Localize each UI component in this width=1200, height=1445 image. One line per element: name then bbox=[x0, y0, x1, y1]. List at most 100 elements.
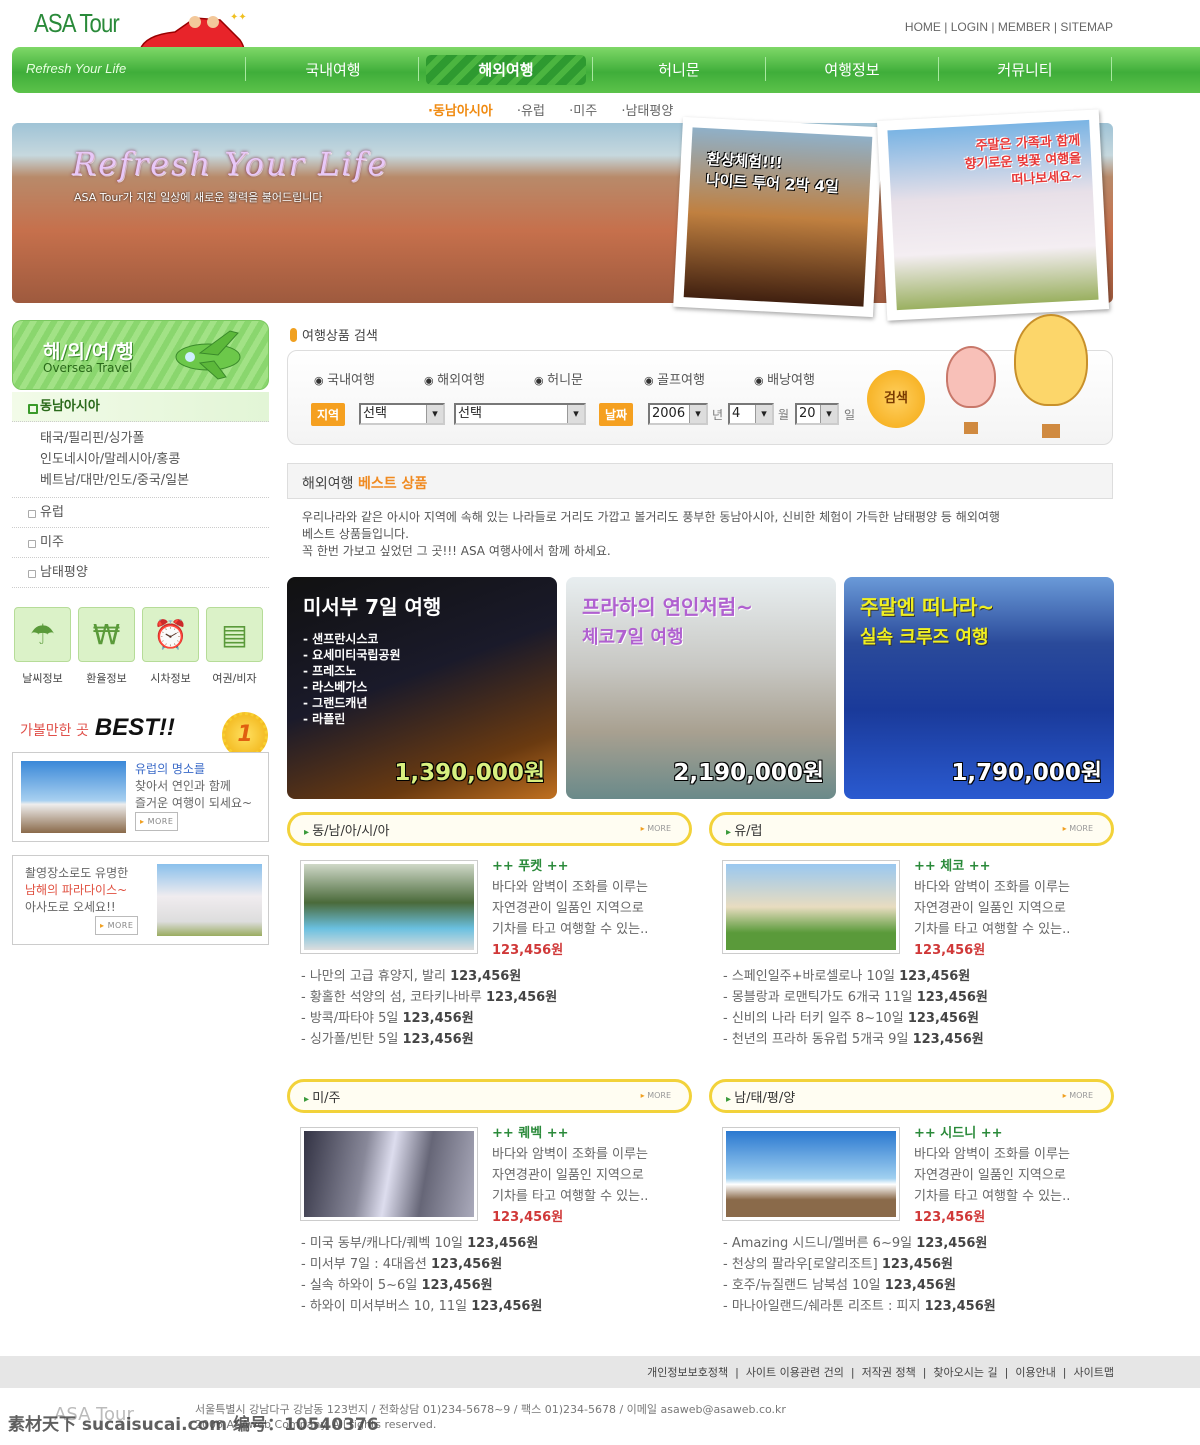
subnav-south-pacific[interactable]: ·남태평양 bbox=[621, 104, 683, 119]
nav-item-honeymoon[interactable]: 허니문 bbox=[599, 59, 759, 80]
watermark: 素材天下 sucaisucai.com 编号：10540376 bbox=[8, 1415, 379, 1435]
sidebar-subitem[interactable]: 인도네시아/말레시아/홍콩 bbox=[40, 449, 269, 470]
subnav-europe[interactable]: ·유럽 bbox=[517, 104, 555, 119]
region-header[interactable]: 동/남/아/시/아MORE bbox=[287, 812, 692, 846]
tour-list-item[interactable]: - Amazing 시드니/멜버른 6~9일 123,456원 bbox=[723, 1233, 1123, 1254]
more-link[interactable]: MORE bbox=[1063, 824, 1093, 833]
product-card-prague[interactable]: 프라하의 연인처럼~ 체코7일 여행 2,190,000원 bbox=[566, 577, 836, 799]
tour-list-item[interactable]: - 하와이 미서부버스 10, 11일 123,456원 bbox=[301, 1296, 701, 1317]
passport-visa-button[interactable]: ▤ 여권/비자 bbox=[206, 607, 263, 686]
night-tour-photo[interactable]: 환상체험!!! 나이트 투어 2박 4일 bbox=[673, 116, 883, 318]
tour-list-item[interactable]: - 황홀한 석양의 섬, 코타키나바루 123,456원 bbox=[301, 987, 701, 1008]
featured-spot[interactable]: ++ 체코 ++ 바다와 암벽이 조화를 이루는 자연경관이 일품인 지역으로 기차를… bbox=[914, 856, 1114, 961]
tour-list-item[interactable]: - 천상의 팔라우[로얄리조트] 123,456원 bbox=[723, 1254, 1123, 1275]
tour-list-item[interactable]: - 마나아일랜드/쉐라톤 리조트 : 피지 123,456원 bbox=[723, 1296, 1123, 1317]
sidebar-item-america[interactable]: 미주 bbox=[12, 528, 269, 558]
sidebar-subitem[interactable]: 태국/필리핀/싱가폴 bbox=[40, 428, 269, 449]
product-card-cruise[interactable]: 주말엔 떠나라~ 실속 크루즈 여행 1,790,000원 bbox=[844, 577, 1114, 799]
weather-info-button[interactable]: ☂ 날씨정보 bbox=[14, 607, 71, 686]
tour-list-item[interactable]: - 방콕/파타야 5일 123,456원 bbox=[301, 1008, 701, 1029]
region-image[interactable] bbox=[722, 860, 900, 954]
more-link[interactable]: MORE bbox=[641, 1091, 671, 1100]
region-header[interactable]: 남/태/평/양MORE bbox=[709, 1079, 1114, 1113]
featured-spot[interactable]: ++ 퀘벡 ++ 바다와 암벽이 조화를 이루는 자연경관이 일품인 지역으로 기차를… bbox=[492, 1123, 692, 1228]
nav-item-community[interactable]: 커뮤니티 bbox=[945, 59, 1105, 80]
more-link[interactable]: MORE bbox=[641, 824, 671, 833]
radio-golf[interactable]: 골프여행 bbox=[644, 369, 705, 388]
region-image[interactable] bbox=[722, 1127, 900, 1221]
time-difference-button[interactable]: ⏰ 시차정보 bbox=[142, 607, 199, 686]
footer-link[interactable]: 이용안내 bbox=[1015, 1366, 1055, 1379]
year-unit: 년 bbox=[712, 408, 724, 422]
day-select[interactable]: 20 bbox=[795, 403, 839, 425]
sidebar-item-southeast-asia[interactable]: 동남아시아 bbox=[12, 392, 269, 422]
region-image[interactable] bbox=[300, 1127, 478, 1221]
spot-desc: 자연경관이 일품인 지역으로 bbox=[914, 901, 1066, 916]
nav-item-overseas[interactable]: 해외여행 bbox=[426, 55, 586, 85]
tour-list-item[interactable]: - 스페인일주+바로셀로나 10일 123,456원 bbox=[723, 966, 1123, 987]
card-price: 1,390,000원 bbox=[394, 760, 545, 786]
tour-list-item[interactable]: - 신비의 나라 터키 일주 8~10일 123,456원 bbox=[723, 1008, 1123, 1029]
more-link[interactable]: MORE bbox=[1063, 1091, 1093, 1100]
subnav-america[interactable]: ·미주 bbox=[569, 104, 607, 119]
footer-link[interactable]: 개인정보보호정책 bbox=[647, 1366, 728, 1379]
product-card-us-west[interactable]: 미서부 7일 여행 - 샌프란시스코 - 요세미티국립공원 - 프레즈노 - 라스베가… bbox=[287, 577, 557, 799]
best-header-text: 해외여행 bbox=[302, 476, 354, 492]
footer-link[interactable]: 찾아오시는 길 bbox=[933, 1366, 997, 1379]
card-subtitle: 실속 크루즈 여행 bbox=[860, 627, 989, 648]
nav-divider bbox=[765, 57, 766, 81]
search-button[interactable]: 검색 bbox=[867, 370, 925, 428]
sidebar-item-south-pacific[interactable]: 남태평양 bbox=[12, 558, 269, 588]
home-link[interactable]: HOME bbox=[905, 20, 941, 34]
radio-backpacking[interactable]: 배낭여행 bbox=[754, 369, 815, 388]
tour-list-item[interactable]: - 몽블랑과 로맨틱가도 6개국 11일 123,456원 bbox=[723, 987, 1123, 1008]
login-link[interactable]: LOGIN bbox=[951, 20, 988, 34]
region-image[interactable] bbox=[300, 860, 478, 954]
best-places-title: 가볼만한 곳 BEST!! bbox=[20, 714, 175, 742]
sitemap-link[interactable]: SITEMAP bbox=[1060, 20, 1113, 34]
month-select[interactable]: 4 bbox=[728, 403, 774, 425]
tour-list-item[interactable]: - 호주/뉴질랜드 남북섬 10일 123,456원 bbox=[723, 1275, 1123, 1296]
region-select-2[interactable]: 선택 bbox=[454, 403, 586, 425]
sidebar-subtitle: Oversea Travel bbox=[43, 361, 133, 375]
radio-domestic[interactable]: 국내여행 bbox=[314, 369, 375, 388]
sidebar-item-europe[interactable]: 유럽 bbox=[12, 498, 269, 528]
radio-honeymoon[interactable]: 허니문 bbox=[534, 369, 583, 388]
region-select-1[interactable]: 선택 bbox=[359, 403, 445, 425]
tour-list-item[interactable]: - 싱가폴/빈탄 5일 123,456원 bbox=[301, 1029, 701, 1050]
best-card[interactable]: 유럽의 명소를찾아서 연인과 함께즐거운 여행이 되세요~ MORE bbox=[12, 752, 269, 842]
tour-list-item[interactable]: - 미서부 7일 : 4대옵션 123,456원 bbox=[301, 1254, 701, 1275]
cherry-blossom-photo[interactable]: 주말은 가족과 함께 향기로운 벚꽃 여행을 떠나보세요~ bbox=[876, 109, 1110, 321]
best-card[interactable]: 촬영장소로도 유명한남해의 파라다이스~ 아사도로 오세요!! MORE bbox=[12, 855, 269, 945]
featured-spot[interactable]: ++ 푸켓 ++ 바다와 암벽이 조화를 이루는 자연경관이 일품인 지역으로 기차를… bbox=[492, 856, 692, 961]
region-header[interactable]: 미/주MORE bbox=[287, 1079, 692, 1113]
footer-link[interactable]: 저작권 정책 bbox=[862, 1366, 916, 1379]
tour-list-item[interactable]: - 실속 하와이 5~6일 123,456원 bbox=[301, 1275, 701, 1296]
more-button[interactable]: MORE bbox=[135, 812, 179, 831]
more-button[interactable]: MORE bbox=[95, 916, 139, 935]
nav-item-travel-info[interactable]: 여행정보 bbox=[772, 59, 932, 80]
nav-divider bbox=[245, 57, 246, 81]
member-link[interactable]: MEMBER bbox=[998, 20, 1051, 34]
logo[interactable]: ASA Tour bbox=[34, 8, 120, 39]
sidebar-menu: 동남아시아 태국/필리핀/싱가폴 인도네시아/말레시아/홍콩 베트남/대만/인도… bbox=[12, 392, 269, 588]
nav-divider bbox=[418, 57, 419, 81]
nav-item-domestic[interactable]: 국내여행 bbox=[253, 59, 413, 80]
radio-overseas[interactable]: 해외여행 bbox=[424, 369, 485, 388]
footer-link[interactable]: 사이트 이용관련 건의 bbox=[746, 1366, 844, 1379]
nav-tagline: Refresh Your Life bbox=[26, 61, 127, 76]
region-header[interactable]: 유/럽MORE bbox=[709, 812, 1114, 846]
spot-price: 123,456원 bbox=[492, 1210, 564, 1225]
tour-list-item[interactable]: - 나만의 고급 휴양지, 발리 123,456원 bbox=[301, 966, 701, 987]
tour-list-item[interactable]: - 미국 동부/캐나다/퀘벡 10일 123,456원 bbox=[301, 1233, 701, 1254]
exchange-rate-button[interactable]: ₩ 환율정보 bbox=[78, 607, 135, 686]
tour-list-item[interactable]: - 천년의 프라하 동유럽 5개국 9일 123,456원 bbox=[723, 1029, 1123, 1050]
year-select[interactable]: 2006 bbox=[648, 403, 708, 425]
tool-label: 환율정보 bbox=[86, 672, 127, 685]
sidebar-subitem[interactable]: 베트남/대만/인도/중국/일본 bbox=[40, 470, 269, 491]
footer-link[interactable]: 사이트맵 bbox=[1074, 1366, 1114, 1379]
card-line: 촬영장소로도 유명한 bbox=[25, 866, 129, 880]
spot-desc: 기차를 타고 여행할 수 있는.. bbox=[492, 922, 649, 937]
featured-spot[interactable]: ++ 시드니 ++ 바다와 암벽이 조화를 이루는 자연경관이 일품인 지역으로 기차… bbox=[914, 1123, 1114, 1228]
subnav-southeast-asia[interactable]: ·동남아시아 bbox=[428, 104, 503, 119]
